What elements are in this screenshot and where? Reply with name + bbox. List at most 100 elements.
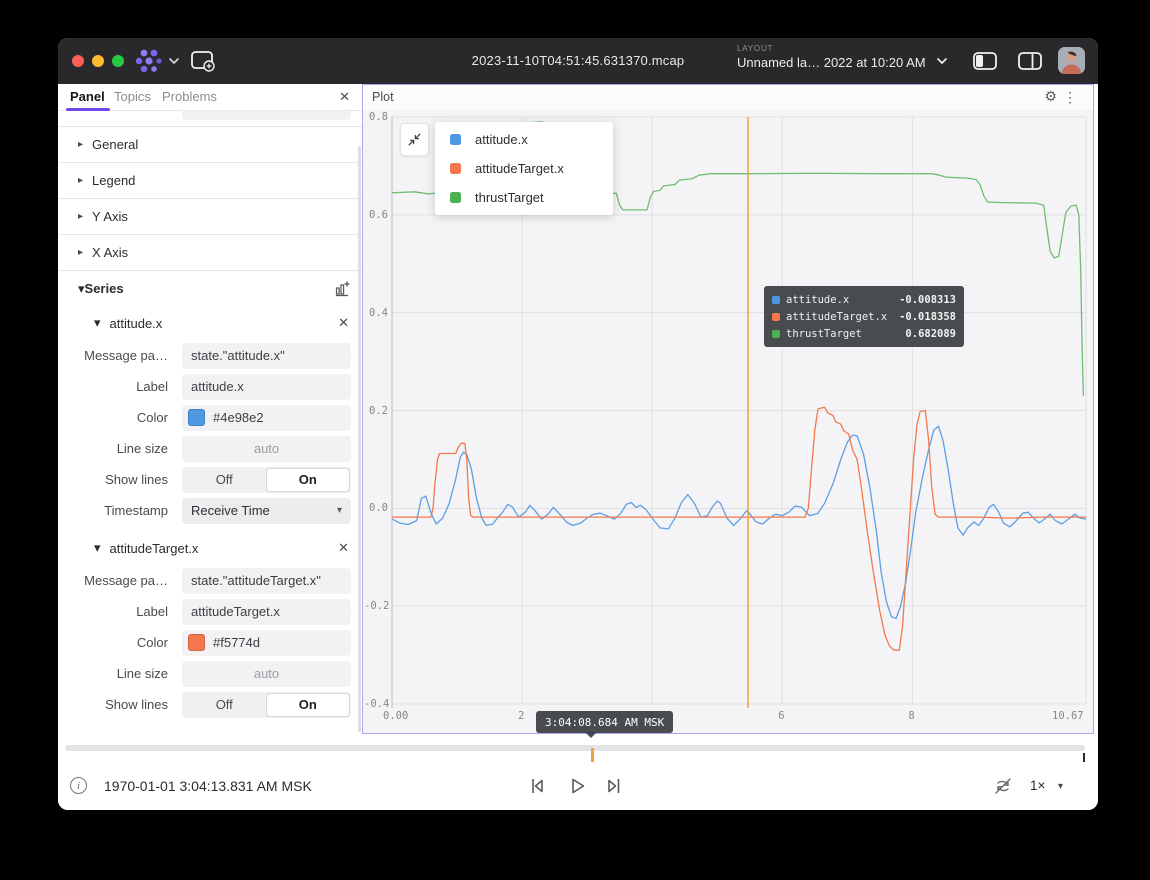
plot-panel-header[interactable]: Plot ⚙ ⋮ — [363, 85, 1093, 110]
line-size-label: Line size — [58, 441, 175, 456]
play-button[interactable] — [565, 774, 589, 798]
series-line-attitude.x — [392, 426, 1086, 618]
playback-bar: i 1970-01-01 3:04:13.831 AM MSK 1× ▾ — [58, 762, 1098, 810]
seek-time-tooltip: 3:04:08.684 AM MSK — [536, 711, 673, 733]
color-picker[interactable]: #4e98e2 — [182, 405, 351, 431]
label-input[interactable]: attitude.x — [182, 374, 351, 400]
section-y-axis[interactable]: ▸ Y Axis — [58, 198, 362, 234]
caret-right-icon: ▸ — [78, 139, 83, 150]
right-sidebar-toggle-icon[interactable] — [1018, 52, 1042, 70]
section-series[interactable]: ▾ Series — [58, 270, 362, 306]
x-tick-label: 0.00 — [383, 710, 408, 722]
section-series-label: Series — [85, 281, 124, 296]
layout-caption: LAYOUT — [737, 44, 947, 53]
remove-series-icon[interactable]: ✕ — [338, 540, 349, 556]
gear-icon[interactable]: ⚙ — [1044, 88, 1057, 105]
chevron-down-icon: ▾ — [337, 505, 342, 516]
field-timestamp: Timestamp Receive Time ▾ — [58, 495, 362, 526]
legend-item-attitude-x[interactable]: attitude.x — [435, 125, 613, 154]
section-general-label: General — [92, 137, 138, 152]
seek-forward-button[interactable] — [602, 774, 626, 798]
message-path-input[interactable]: state."attitudeTarget.x" — [182, 568, 351, 594]
field-line-size: Line size auto — [58, 658, 362, 689]
legend-swatch — [450, 163, 461, 174]
section-general[interactable]: ▸ General — [58, 126, 362, 162]
show-lines-toggle[interactable]: Off On — [182, 467, 351, 493]
legend-item-thrust-target[interactable]: thrustTarget — [435, 183, 613, 212]
tooltip-value: -0.008313 — [899, 294, 956, 306]
timestamp-select[interactable]: Receive Time ▾ — [182, 498, 351, 524]
seek-backward-button[interactable] — [525, 774, 549, 798]
line-size-input[interactable]: auto — [182, 436, 351, 462]
show-lines-off[interactable]: Off — [183, 468, 266, 492]
show-lines-on[interactable]: On — [266, 693, 351, 717]
timestamp-value: Receive Time — [191, 503, 270, 518]
series-name: attitude.x — [110, 316, 163, 331]
plot-chart-area[interactable]: attitude.x attitudeTarget.x thrustTarget… — [363, 110, 1093, 733]
collapse-arrows-icon — [407, 132, 422, 147]
y-tick-label: 0.2 — [364, 405, 388, 417]
plot-panel: Plot ⚙ ⋮ attitude.x attitudeTarget.x — [362, 84, 1094, 734]
series-attitude-target-x-header[interactable]: ▾ attitudeTarget.x ✕ — [58, 531, 362, 565]
legend-label: attitude.x — [475, 132, 528, 147]
color-hex: #4e98e2 — [213, 410, 264, 425]
sidebar-scrollbar[interactable] — [358, 146, 361, 732]
line-size-label: Line size — [58, 666, 175, 681]
tab-problems[interactable]: Problems — [162, 89, 217, 104]
user-avatar[interactable] — [1058, 47, 1085, 74]
layout-chevron-icon[interactable] — [936, 57, 948, 65]
y-tick-label: -0.2 — [364, 600, 388, 612]
sidebar-close-icon[interactable]: ✕ — [339, 89, 350, 105]
loop-disabled-icon[interactable] — [992, 775, 1014, 797]
legend-swatch — [450, 134, 461, 145]
message-path-label: Message pa… — [58, 573, 175, 588]
line-size-input[interactable]: auto — [182, 661, 351, 687]
legend-item-attitude-target-x[interactable]: attitudeTarget.x — [435, 154, 613, 183]
color-label: Color — [58, 635, 175, 650]
add-series-icon[interactable] — [333, 280, 351, 298]
tooltip-swatch — [772, 313, 780, 321]
y-tick-label: 0.8 — [364, 111, 388, 123]
show-lines-on[interactable]: On — [266, 468, 351, 492]
tooltip-series-label: attitudeTarget.x — [786, 311, 887, 323]
tab-panel[interactable]: Panel — [70, 89, 105, 104]
field-message-path: Message pa… state."attitude.x" — [58, 340, 362, 371]
left-sidebar-toggle-icon[interactable] — [973, 52, 997, 70]
tooltip-row: attitude.x -0.008313 — [772, 291, 956, 308]
series-attitude-x-header[interactable]: ▾ attitude.x ✕ — [58, 306, 362, 340]
panel-title-input[interactable]: Plot — [182, 111, 351, 120]
label-input[interactable]: attitudeTarget.x — [182, 599, 351, 625]
show-lines-off[interactable]: Off — [183, 693, 266, 717]
tooltip-series-label: thrustTarget — [786, 328, 862, 340]
caret-right-icon: ▸ — [78, 247, 83, 258]
app-window: 2023-11-10T04:51:45.631370.mcap LAYOUT U… — [58, 38, 1098, 810]
collapse-legend-button[interactable] — [400, 123, 429, 156]
speed-chevron-icon[interactable]: ▾ — [1058, 781, 1063, 792]
show-lines-toggle[interactable]: Off On — [182, 692, 351, 718]
section-x-axis[interactable]: ▸ X Axis — [58, 234, 362, 270]
timestamp-label: Timestamp — [58, 503, 175, 518]
info-icon[interactable]: i — [70, 777, 87, 794]
more-menu-icon[interactable]: ⋮ — [1063, 89, 1077, 106]
remove-series-icon[interactable]: ✕ — [338, 315, 349, 331]
field-color: Color #4e98e2 — [58, 402, 362, 433]
layout-selector[interactable]: LAYOUT Unnamed la… 2022 at 10:20 AM — [737, 44, 947, 70]
field-show-lines: Show lines Off On — [58, 689, 362, 720]
field-line-size: Line size auto — [58, 433, 362, 464]
sidebar-tabs: Panel Topics Problems ✕ — [58, 84, 362, 111]
tooltip-value: -0.018358 — [899, 311, 956, 323]
seek-bar[interactable] — [65, 745, 1085, 751]
x-tick-label: 10.67 — [1052, 710, 1084, 722]
title-field-label: Title — [58, 111, 175, 114]
playback-speed[interactable]: 1× — [1030, 778, 1045, 793]
tooltip-swatch — [772, 330, 780, 338]
label-label: Label — [58, 379, 175, 394]
tab-topics[interactable]: Topics — [114, 89, 151, 104]
current-timestamp: 1970-01-01 3:04:13.831 AM MSK — [104, 778, 312, 794]
section-legend[interactable]: ▸ Legend — [58, 162, 362, 198]
color-hex: #f5774d — [213, 635, 260, 650]
message-path-input[interactable]: state."attitude.x" — [182, 343, 351, 369]
title-bar: 2023-11-10T04:51:45.631370.mcap LAYOUT U… — [58, 38, 1098, 84]
color-picker[interactable]: #f5774d — [182, 630, 351, 656]
field-message-path: Message pa… state."attitudeTarget.x" — [58, 565, 362, 596]
